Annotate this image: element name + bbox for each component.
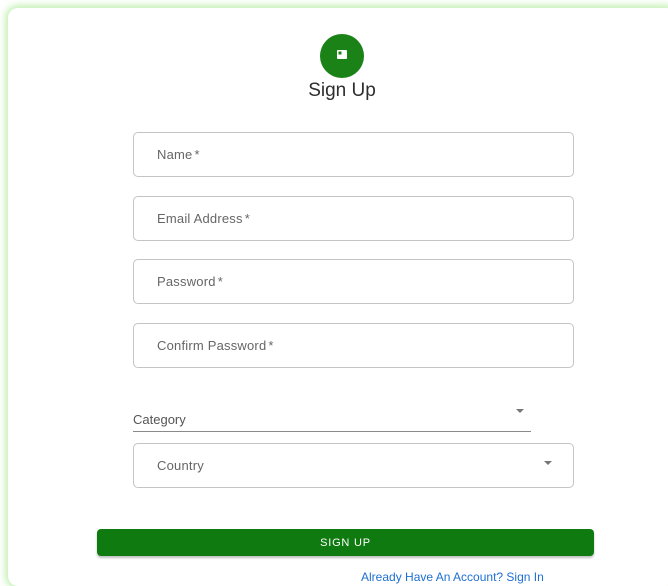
- category-select[interactable]: Category: [133, 406, 531, 432]
- lock-icon: [335, 47, 349, 66]
- country-select[interactable]: Country: [133, 443, 574, 488]
- password-label: Password *: [157, 274, 223, 289]
- avatar: [320, 34, 364, 78]
- page-title: Sign Up: [308, 80, 376, 101]
- password-field[interactable]: Password *: [133, 259, 574, 304]
- signup-button[interactable]: SIGN UP: [97, 529, 594, 556]
- category-label: Category: [133, 412, 186, 427]
- signin-link[interactable]: Already Have An Account? Sign In: [361, 570, 544, 584]
- country-label: Country: [157, 458, 204, 473]
- email-label: Email Address *: [157, 211, 250, 226]
- confirm-password-field[interactable]: Confirm Password *: [133, 323, 574, 368]
- chevron-down-icon: [516, 409, 524, 413]
- email-field[interactable]: Email Address *: [133, 196, 574, 241]
- name-field[interactable]: Name *: [133, 132, 574, 177]
- signup-card: Sign Up Name * Email Address * Password * C…: [8, 8, 668, 586]
- name-label: Name *: [157, 147, 200, 162]
- confirm-password-label: Confirm Password *: [157, 338, 274, 353]
- chevron-down-icon: [544, 461, 552, 465]
